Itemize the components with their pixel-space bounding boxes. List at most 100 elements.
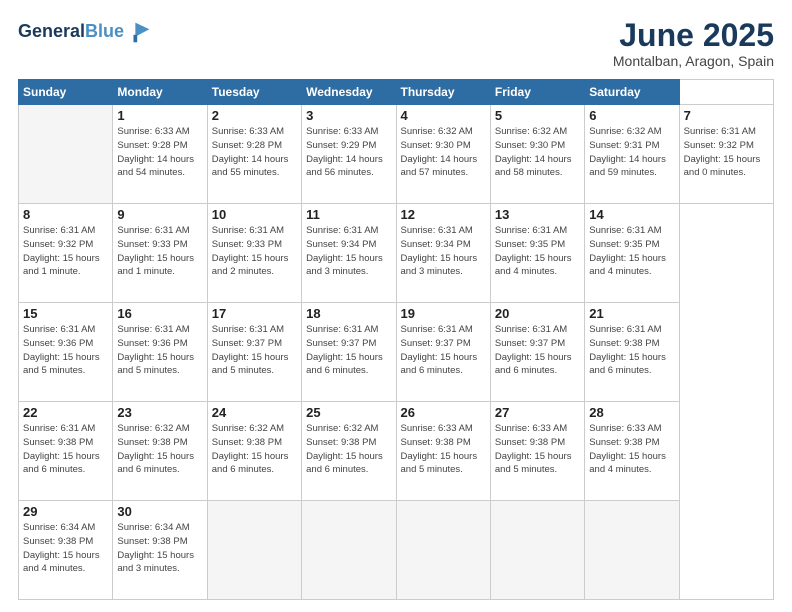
table-row: 7 Sunrise: 6:31 AM Sunset: 9:32 PM Daylig… [679,105,773,204]
table-row: 29Sunrise: 6:34 AM Sunset: 9:38 PM Dayli… [19,501,113,600]
day-info: Sunrise: 6:31 AM Sunset: 9:38 PM Dayligh… [589,323,674,378]
table-row [207,501,301,600]
table-row [490,501,584,600]
header: GeneralBlue June 2025 Montalban, Aragon,… [18,18,774,69]
table-row: 27 Sunrise: 6:33 AM Sunset: 9:38 PM Dayli… [490,402,584,501]
day-number: 17 [212,306,297,321]
day-info: Sunrise: 6:32 AM Sunset: 9:31 PM Dayligh… [589,125,674,180]
day-info: Sunrise: 6:31 AM Sunset: 9:36 PM Dayligh… [23,323,108,378]
table-row: 1 Sunrise: 6:33 AM Sunset: 9:28 PM Daylig… [113,105,207,204]
day-info: Sunrise: 6:31 AM Sunset: 9:37 PM Dayligh… [401,323,486,378]
table-row: 28Sunrise: 6:33 AM Sunset: 9:38 PM Dayli… [585,402,679,501]
table-row: 24Sunrise: 6:32 AM Sunset: 9:38 PM Dayli… [207,402,301,501]
table-row: 22 Sunrise: 6:31 AM Sunset: 9:38 PM Dayli… [19,402,113,501]
table-row: 17 Sunrise: 6:31 AM Sunset: 9:37 PM Dayli… [207,303,301,402]
logo-text: GeneralBlue [18,22,124,42]
day-info: Sunrise: 6:31 AM Sunset: 9:32 PM Dayligh… [23,224,108,279]
day-number: 23 [117,405,202,420]
table-row: 20 Sunrise: 6:31 AM Sunset: 9:37 PM Dayli… [490,303,584,402]
day-number: 14 [589,207,674,222]
table-row: 8Sunrise: 6:31 AM Sunset: 9:32 PM Daylig… [19,204,113,303]
day-number: 30 [117,504,202,519]
day-info: Sunrise: 6:31 AM Sunset: 9:34 PM Dayligh… [306,224,391,279]
table-row: 9 Sunrise: 6:31 AM Sunset: 9:33 PM Daylig… [113,204,207,303]
table-row: 25 Sunrise: 6:32 AM Sunset: 9:38 PM Dayli… [302,402,396,501]
table-row: 14 Sunrise: 6:31 AM Sunset: 9:35 PM Dayli… [585,204,679,303]
day-number: 2 [212,108,297,123]
day-info: Sunrise: 6:32 AM Sunset: 9:30 PM Dayligh… [495,125,580,180]
table-row: 18 Sunrise: 6:31 AM Sunset: 9:37 PM Dayli… [302,303,396,402]
day-number: 18 [306,306,391,321]
day-number: 29 [23,504,108,519]
day-number: 19 [401,306,486,321]
day-number: 7 [684,108,769,123]
day-info: Sunrise: 6:32 AM Sunset: 9:38 PM Dayligh… [306,422,391,477]
table-row: 19 Sunrise: 6:31 AM Sunset: 9:37 PM Dayli… [396,303,490,402]
day-number: 11 [306,207,391,222]
table-row: 11 Sunrise: 6:31 AM Sunset: 9:34 PM Dayli… [302,204,396,303]
day-info: Sunrise: 6:31 AM Sunset: 9:32 PM Dayligh… [684,125,769,180]
page: GeneralBlue June 2025 Montalban, Aragon,… [0,0,792,612]
day-info: Sunrise: 6:31 AM Sunset: 9:37 PM Dayligh… [212,323,297,378]
day-info: Sunrise: 6:33 AM Sunset: 9:38 PM Dayligh… [495,422,580,477]
table-row: 10 Sunrise: 6:31 AM Sunset: 9:33 PM Dayli… [207,204,301,303]
day-number: 25 [306,405,391,420]
day-info: Sunrise: 6:31 AM Sunset: 9:33 PM Dayligh… [212,224,297,279]
table-row: 30 Sunrise: 6:34 AM Sunset: 9:38 PM Dayli… [113,501,207,600]
table-row [19,105,113,204]
day-info: Sunrise: 6:33 AM Sunset: 9:28 PM Dayligh… [212,125,297,180]
day-number: 12 [401,207,486,222]
day-number: 28 [589,405,674,420]
table-row: 4Sunrise: 6:32 AM Sunset: 9:30 PM Daylig… [396,105,490,204]
col-thursday: Thursday [396,80,490,105]
day-info: Sunrise: 6:31 AM Sunset: 9:33 PM Dayligh… [117,224,202,279]
day-info: Sunrise: 6:33 AM Sunset: 9:28 PM Dayligh… [117,125,202,180]
table-row: 12 Sunrise: 6:31 AM Sunset: 9:34 PM Dayli… [396,204,490,303]
day-info: Sunrise: 6:33 AM Sunset: 9:38 PM Dayligh… [401,422,486,477]
table-row [302,501,396,600]
table-row [585,501,679,600]
table-row [396,501,490,600]
day-number: 16 [117,306,202,321]
day-number: 24 [212,405,297,420]
day-number: 27 [495,405,580,420]
location: Montalban, Aragon, Spain [613,53,774,69]
day-info: Sunrise: 6:31 AM Sunset: 9:37 PM Dayligh… [495,323,580,378]
day-info: Sunrise: 6:31 AM Sunset: 9:36 PM Dayligh… [117,323,202,378]
calendar-header-row: Sunday Monday Tuesday Wednesday Thursday… [19,80,774,105]
day-number: 22 [23,405,108,420]
day-info: Sunrise: 6:33 AM Sunset: 9:29 PM Dayligh… [306,125,391,180]
day-number: 3 [306,108,391,123]
day-info: Sunrise: 6:31 AM Sunset: 9:38 PM Dayligh… [23,422,108,477]
day-number: 9 [117,207,202,222]
day-number: 10 [212,207,297,222]
month-title: June 2025 [613,18,774,53]
day-info: Sunrise: 6:31 AM Sunset: 9:34 PM Dayligh… [401,224,486,279]
table-row: 3 Sunrise: 6:33 AM Sunset: 9:29 PM Daylig… [302,105,396,204]
logo-icon [126,18,154,46]
col-tuesday: Tuesday [207,80,301,105]
day-info: Sunrise: 6:31 AM Sunset: 9:35 PM Dayligh… [589,224,674,279]
table-row: 26 Sunrise: 6:33 AM Sunset: 9:38 PM Dayli… [396,402,490,501]
day-number: 20 [495,306,580,321]
table-row: 23 Sunrise: 6:32 AM Sunset: 9:38 PM Dayli… [113,402,207,501]
table-row: 13Sunrise: 6:31 AM Sunset: 9:35 PM Dayli… [490,204,584,303]
day-number: 15 [23,306,108,321]
day-number: 5 [495,108,580,123]
col-wednesday: Wednesday [302,80,396,105]
day-info: Sunrise: 6:32 AM Sunset: 9:38 PM Dayligh… [117,422,202,477]
logo: GeneralBlue [18,18,154,46]
table-row: 2 Sunrise: 6:33 AM Sunset: 9:28 PM Daylig… [207,105,301,204]
col-monday: Monday [113,80,207,105]
calendar-table: Sunday Monday Tuesday Wednesday Thursday… [18,79,774,600]
table-row: 15 Sunrise: 6:31 AM Sunset: 9:36 PM Dayli… [19,303,113,402]
day-info: Sunrise: 6:31 AM Sunset: 9:37 PM Dayligh… [306,323,391,378]
day-info: Sunrise: 6:34 AM Sunset: 9:38 PM Dayligh… [117,521,202,576]
day-number: 26 [401,405,486,420]
day-number: 6 [589,108,674,123]
day-number: 1 [117,108,202,123]
table-row: 21Sunrise: 6:31 AM Sunset: 9:38 PM Dayli… [585,303,679,402]
col-sunday: Sunday [19,80,113,105]
col-saturday: Saturday [585,80,679,105]
col-friday: Friday [490,80,584,105]
